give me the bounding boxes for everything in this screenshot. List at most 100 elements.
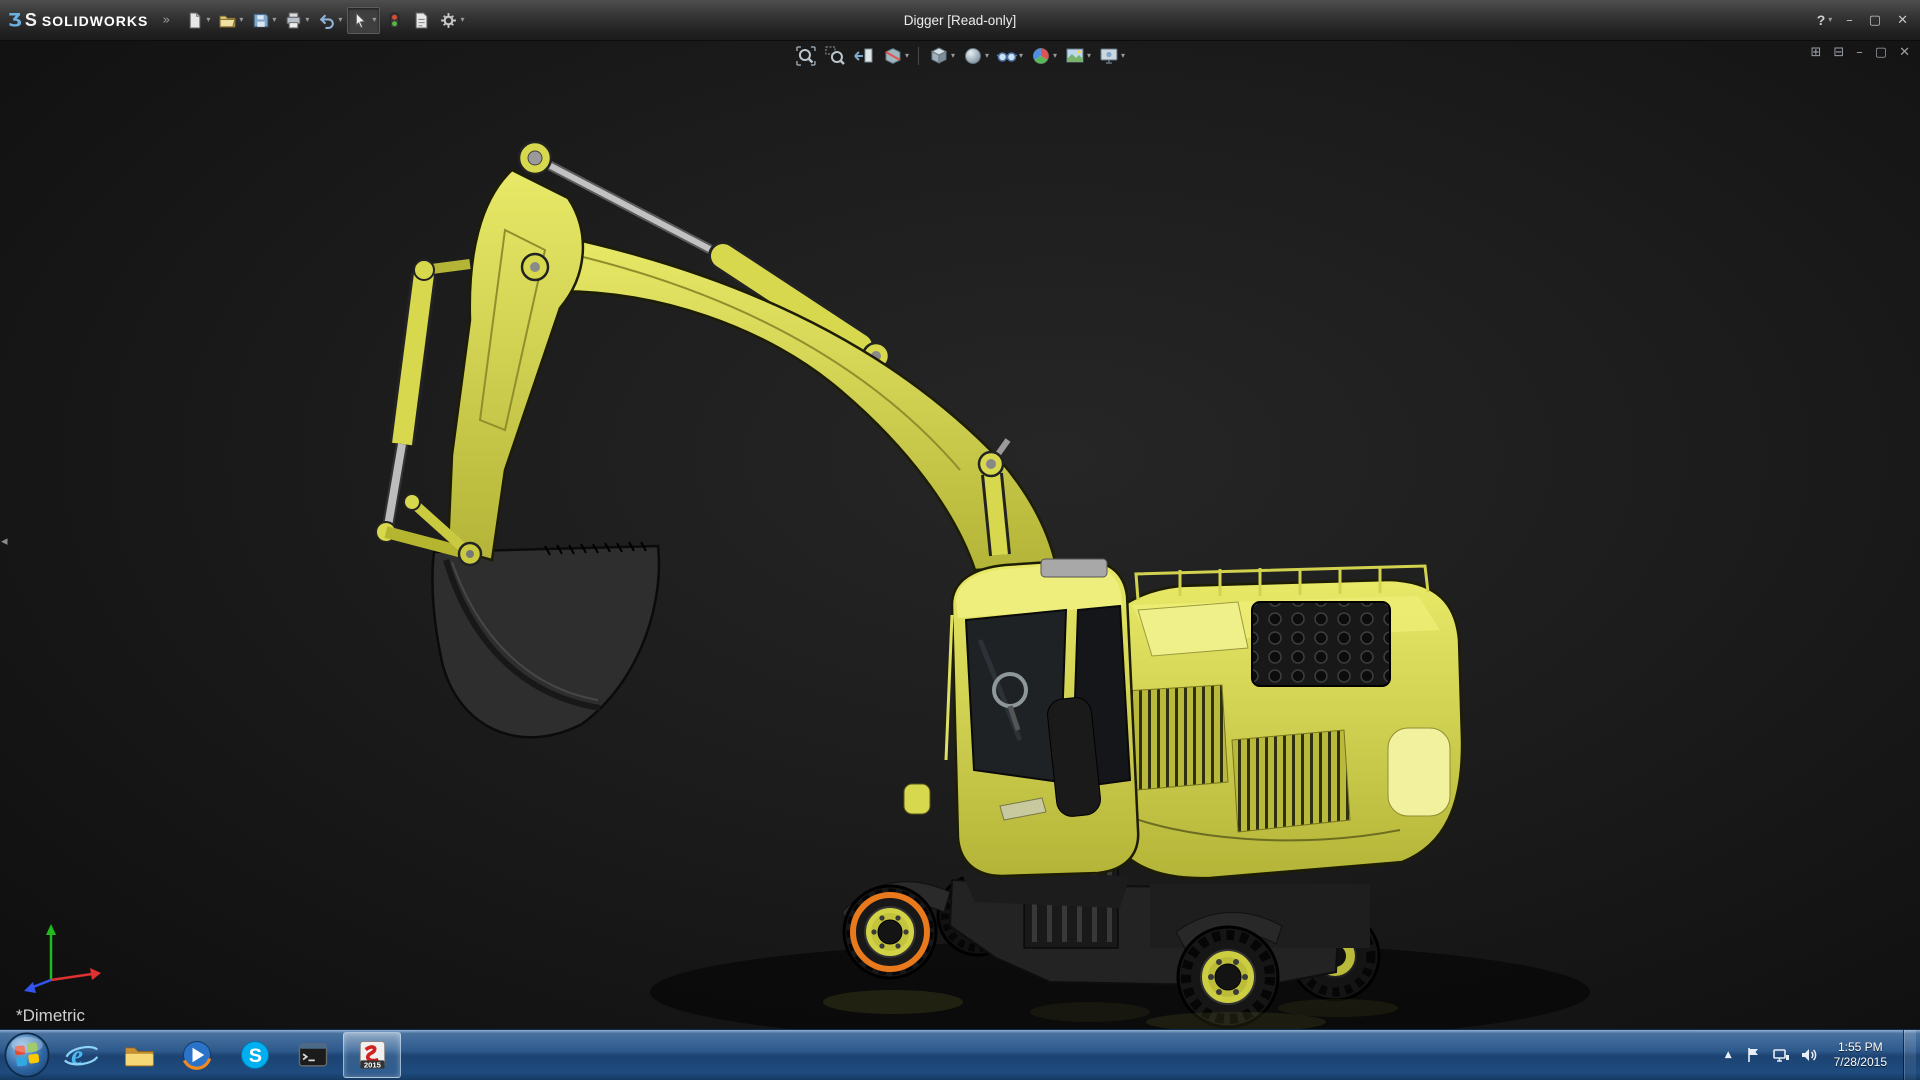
rear-access-panel bbox=[1387, 727, 1451, 817]
display-style-icon bbox=[964, 48, 981, 64]
side-vent-2 bbox=[1231, 729, 1351, 833]
new-button[interactable]: ▾ bbox=[182, 8, 213, 33]
options-gear-icon bbox=[441, 12, 457, 28]
tile-windows-button[interactable]: ⊟ bbox=[1833, 45, 1844, 60]
previous-view-icon bbox=[854, 48, 873, 63]
taskbar-clock[interactable]: 1:55 PM 7/28/2015 bbox=[1834, 1040, 1887, 1070]
section-view-icon bbox=[885, 47, 901, 65]
options-button[interactable]: ▾ bbox=[436, 8, 467, 33]
help-button[interactable]: ? ▾ bbox=[1817, 12, 1833, 28]
cascade-windows-button[interactable]: ⊞ bbox=[1810, 45, 1821, 60]
zoom-to-area-icon bbox=[825, 46, 845, 65]
view-orientation-button[interactable]: ▾ bbox=[926, 43, 957, 69]
windows-taskbar: e S 2015 ▲ 1:55 PM 7/28/2015 bbox=[0, 1029, 1920, 1080]
open-folder-icon bbox=[219, 15, 236, 27]
doc-restore-button[interactable]: ▢ bbox=[1875, 45, 1887, 60]
zoom-to-area-button[interactable] bbox=[822, 43, 848, 69]
doc-close-button[interactable]: ✕ bbox=[1899, 45, 1910, 60]
logo-mark: Ʒ bbox=[8, 9, 22, 31]
headsup-view-toolbar: ▾ ▾ ▾ ▾ ▾ ▾ ▾ bbox=[793, 43, 1127, 69]
undo-icon bbox=[320, 13, 335, 29]
select-cursor-icon bbox=[356, 11, 367, 28]
open-button[interactable]: ▾ bbox=[215, 8, 246, 33]
titlebar: ƷS SOLIDWORKS » ▾ ▾ ▾ ▾ ▾ ▾ ▾ Digger [Re… bbox=[0, 0, 1920, 41]
file-properties-icon bbox=[416, 12, 428, 28]
tray-expand-arrow[interactable]: ▲ bbox=[1723, 1050, 1734, 1060]
system-tray: ▲ 1:55 PM 7/28/2015 bbox=[1723, 1030, 1920, 1080]
file-properties-button[interactable] bbox=[409, 8, 434, 33]
command-prompt-icon bbox=[298, 1043, 328, 1067]
wheel-rear-left[interactable] bbox=[1176, 925, 1280, 1029]
minimize-button[interactable]: – bbox=[1846, 14, 1853, 27]
edit-appearance-button[interactable]: ▾ bbox=[1028, 43, 1059, 69]
taskbar-internet-explorer[interactable]: e bbox=[53, 1033, 109, 1077]
taskbar-windows-explorer[interactable] bbox=[111, 1033, 167, 1077]
toolbar-separator bbox=[917, 47, 919, 65]
rebuild-stoplight-icon bbox=[390, 12, 400, 28]
print-button[interactable]: ▾ bbox=[281, 8, 312, 33]
model-scene[interactable] bbox=[0, 40, 1920, 1030]
taskbar-skype[interactable]: S bbox=[227, 1033, 283, 1077]
section-view-button[interactable]: ▾ bbox=[880, 43, 911, 69]
svg-text:S: S bbox=[249, 1045, 262, 1067]
internet-explorer-icon: e bbox=[64, 1040, 99, 1070]
new-document-icon bbox=[190, 12, 201, 28]
start-button[interactable] bbox=[2, 1031, 52, 1079]
excavator-model[interactable] bbox=[375, 140, 1464, 1030]
view-orientation-cube-icon bbox=[930, 47, 948, 64]
windshield bbox=[964, 608, 1068, 784]
clock-date: 7/28/2015 bbox=[1833, 1055, 1887, 1069]
panel-collapse-tab[interactable]: ◂ bbox=[0, 532, 9, 551]
action-center-flag-icon[interactable] bbox=[1744, 1046, 1762, 1064]
graphics-viewport[interactable]: ▾ ▾ ▾ ▾ ▾ ▾ ▾ ⊞ ⊟ – ▢ ✕ ◂ *Dimetric bbox=[0, 40, 1920, 1030]
rebuild-button[interactable] bbox=[382, 8, 407, 33]
stick-arm bbox=[446, 140, 585, 562]
roof-vent bbox=[1040, 558, 1108, 578]
edit-appearance-ball-icon bbox=[1033, 48, 1050, 64]
bucket[interactable] bbox=[431, 541, 661, 739]
body-front-glass bbox=[1137, 601, 1249, 657]
save-icon bbox=[254, 13, 269, 27]
solidworks-window: ƷS SOLIDWORKS » ▾ ▾ ▾ ▾ ▾ ▾ ▾ Digger [Re… bbox=[0, 0, 1920, 1080]
wheel-front-left[interactable] bbox=[842, 884, 938, 980]
engine-grille bbox=[1251, 601, 1391, 687]
taskbar-solidworks[interactable]: 2015 bbox=[343, 1032, 401, 1078]
undo-button[interactable]: ▾ bbox=[314, 8, 345, 33]
hide-show-glasses-icon bbox=[996, 52, 1018, 62]
print-icon bbox=[287, 12, 301, 28]
app-name: SOLIDWORKS bbox=[41, 12, 149, 29]
document-window-controls: ⊞ ⊟ – ▢ ✕ bbox=[1810, 45, 1910, 60]
engine-body[interactable] bbox=[1093, 564, 1464, 880]
svg-text:2015: 2015 bbox=[364, 1061, 382, 1070]
cab[interactable] bbox=[903, 558, 1140, 908]
front-marker-light bbox=[903, 783, 931, 815]
previous-view-button[interactable] bbox=[851, 43, 877, 69]
clock-time: 1:55 PM bbox=[1837, 1040, 1883, 1054]
quick-access-toolbar: ▾ ▾ ▾ ▾ ▾ ▾ ▾ bbox=[182, 6, 467, 34]
view-orientation-label: *Dimetric bbox=[16, 1006, 85, 1025]
toolbar-overflow-chevron[interactable]: » bbox=[162, 13, 170, 28]
folder-icon bbox=[125, 1047, 154, 1067]
view-settings-button[interactable]: ▾ bbox=[1096, 43, 1127, 69]
taskbar-media-player[interactable] bbox=[169, 1033, 225, 1077]
skype-icon: S bbox=[241, 1041, 269, 1069]
solidworks-logo: ƷS SOLIDWORKS bbox=[8, 9, 149, 31]
view-settings-icon bbox=[1100, 48, 1118, 64]
taskbar-command-prompt[interactable] bbox=[285, 1033, 341, 1077]
hide-show-items-button[interactable]: ▾ bbox=[994, 43, 1025, 69]
windows-start-icon bbox=[4, 1032, 50, 1078]
network-icon[interactable] bbox=[1772, 1046, 1790, 1064]
show-desktop-button[interactable] bbox=[1903, 1030, 1916, 1080]
apply-scene-icon bbox=[1066, 48, 1084, 63]
save-button[interactable]: ▾ bbox=[248, 8, 279, 33]
doc-minimize-button[interactable]: – bbox=[1856, 45, 1863, 60]
close-button[interactable]: ✕ bbox=[1897, 14, 1908, 27]
orientation-triad bbox=[24, 924, 101, 993]
display-style-button[interactable]: ▾ bbox=[960, 43, 991, 69]
volume-icon[interactable] bbox=[1800, 1046, 1818, 1064]
media-player-icon bbox=[182, 1041, 212, 1070]
apply-scene-button[interactable]: ▾ bbox=[1062, 43, 1093, 69]
zoom-to-fit-button[interactable] bbox=[793, 43, 819, 69]
select-tool-button[interactable]: ▾ bbox=[347, 6, 381, 34]
maximize-button[interactable]: ▢ bbox=[1869, 14, 1881, 27]
